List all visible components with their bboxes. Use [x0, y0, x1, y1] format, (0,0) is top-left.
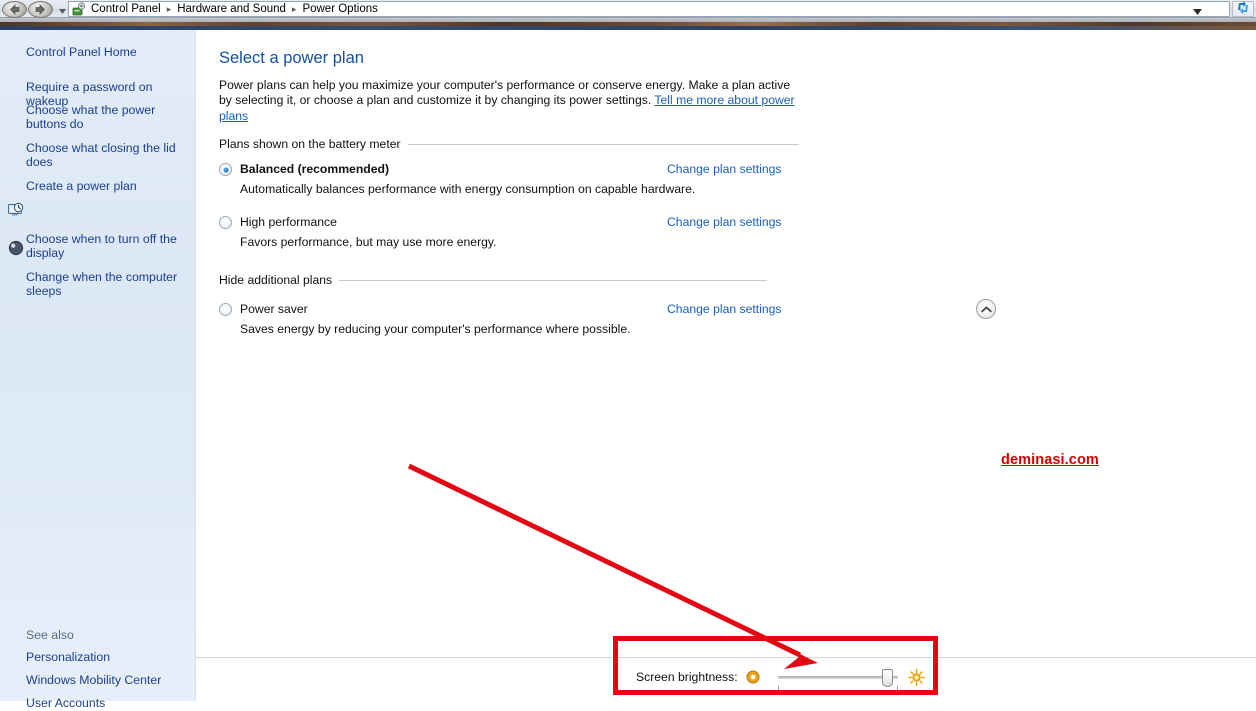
group-header-hide-additional-plans[interactable]: Hide additional plans	[219, 273, 767, 287]
sidebar-item-create-power-plan[interactable]: Create a power plan	[26, 179, 137, 194]
collapse-additional-plans-button[interactable]	[976, 299, 996, 319]
refresh-icon	[1236, 1, 1250, 17]
brightness-slider[interactable]	[777, 667, 898, 691]
plan-description-power-saver: Saves energy by reducing your computer's…	[240, 322, 631, 336]
change-plan-settings-power-saver[interactable]: Change plan settings	[667, 302, 782, 316]
plan-name-high-performance: High performance	[240, 215, 337, 229]
window-glass-frame	[0, 18, 1256, 30]
recent-pages-dropdown-button[interactable]	[58, 5, 67, 14]
address-dropdown-button[interactable]	[1191, 5, 1203, 17]
chevron-down-icon	[59, 3, 66, 17]
plan-name-balanced: Balanced (recommended)	[240, 162, 389, 176]
radio-power-saver[interactable]	[219, 303, 232, 316]
refresh-button[interactable]	[1232, 1, 1254, 17]
sidebar-item-control-panel-home[interactable]: Control Panel Home	[26, 45, 137, 60]
sidebar-item-windows-mobility-center[interactable]: Windows Mobility Center	[26, 673, 161, 688]
radio-high-performance[interactable]	[219, 216, 232, 229]
plan-name-power-saver: Power saver	[240, 302, 308, 316]
plan-row-high-performance: High performance Change plan settings Fa…	[219, 215, 799, 249]
sidebar: Control Panel Home Require a password on…	[0, 30, 196, 710]
forward-button[interactable]	[28, 0, 53, 18]
slider-tick-max	[896, 686, 898, 691]
bottom-separator	[196, 657, 1256, 658]
sidebar-item-choose-turn-off-display[interactable]: Choose when to turn off the display	[26, 232, 186, 260]
chevron-down-icon	[1192, 4, 1202, 18]
monitor-clock-icon	[8, 202, 24, 218]
sidebar-item-user-accounts[interactable]: User Accounts	[26, 696, 105, 711]
main-content: Select a power plan Power plans can help…	[196, 30, 1256, 701]
breadcrumb-item-control-panel[interactable]: Control Panel	[90, 3, 162, 15]
breadcrumb-separator-icon: ▸	[166, 3, 172, 14]
sidebar-item-choose-closing-lid[interactable]: Choose what closing the lid does	[26, 141, 181, 169]
breadcrumb-separator-icon: ▸	[291, 3, 297, 14]
change-plan-settings-balanced[interactable]: Change plan settings	[667, 162, 782, 176]
screen-brightness-label: Screen brightness:	[636, 670, 738, 684]
breadcrumb-item-power-options[interactable]: Power Options	[301, 3, 378, 15]
navigation-buttons	[2, 0, 58, 18]
group-divider	[339, 279, 767, 281]
slider-track	[777, 676, 898, 679]
sidebar-item-change-computer-sleeps[interactable]: Change when the computer sleeps	[26, 270, 186, 298]
sun-brightness-icon	[907, 668, 925, 686]
watermark-deminasi: deminasi.com	[1001, 452, 1099, 468]
address-bar[interactable]: Control Panel ▸ Hardware and Sound ▸ Pow…	[68, 1, 1230, 17]
plan-row-balanced: Balanced (recommended) Change plan setti…	[219, 162, 799, 196]
dim-brightness-icon	[746, 670, 760, 684]
page-title: Select a power plan	[219, 49, 364, 67]
intro-paragraph: Power plans can help you maximize your c…	[219, 78, 797, 124]
group-header-battery-meter-plans: Plans shown on the battery meter	[219, 137, 799, 151]
back-button[interactable]	[2, 0, 27, 18]
change-plan-settings-high-performance[interactable]: Change plan settings	[667, 215, 782, 229]
control-panel-icon	[72, 2, 87, 16]
see-also-heading: See also	[26, 628, 74, 642]
sidebar-item-personalization[interactable]: Personalization	[26, 650, 110, 665]
group-label: Hide additional plans	[219, 273, 333, 287]
plan-description-high-performance: Favors performance, but may use more ene…	[240, 235, 497, 249]
sidebar-item-choose-power-buttons[interactable]: Choose what the power buttons do	[26, 103, 176, 131]
group-label: Plans shown on the battery meter	[219, 137, 401, 151]
screen-brightness-control: Screen brightness:	[636, 665, 926, 691]
plan-description-balanced: Automatically balances performance with …	[240, 182, 696, 196]
sleep-moon-icon	[8, 240, 24, 256]
group-divider	[407, 143, 799, 145]
radio-balanced[interactable]	[219, 163, 232, 176]
slider-thumb[interactable]	[881, 669, 893, 687]
chevron-up-icon	[980, 302, 992, 316]
forward-arrow-icon	[34, 3, 47, 15]
plan-row-power-saver: Power saver Change plan settings Saves e…	[219, 302, 799, 336]
window-title-bar: Control Panel ▸ Hardware and Sound ▸ Pow…	[0, 0, 1256, 18]
slider-tick-min	[777, 686, 779, 691]
breadcrumb-item-hardware-and-sound[interactable]: Hardware and Sound	[176, 3, 287, 15]
back-arrow-icon	[8, 3, 21, 15]
